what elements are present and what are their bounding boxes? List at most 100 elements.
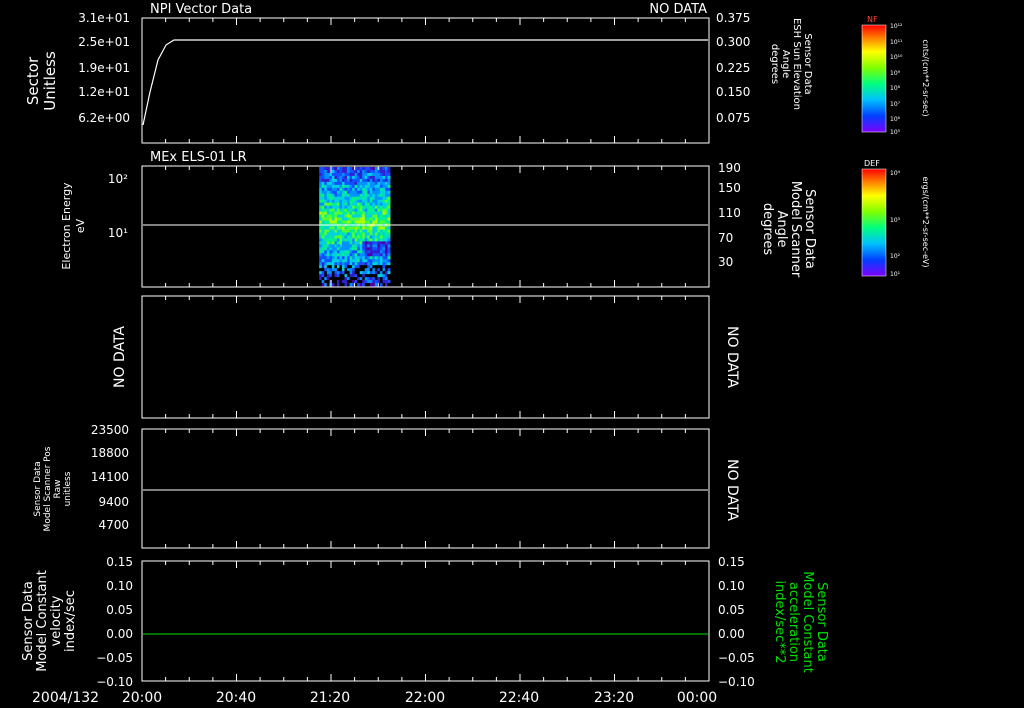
spectrogram-cell xyxy=(357,211,361,216)
spectrogram-cell xyxy=(336,208,340,213)
spectrogram-cell xyxy=(331,253,335,257)
spectrogram-cell xyxy=(321,238,325,242)
spectrogram-cell xyxy=(326,247,330,251)
spectrogram-cell xyxy=(319,226,323,230)
spectrogram-cell xyxy=(377,235,381,239)
spectrogram-cell xyxy=(347,217,350,221)
spectrogram-cell xyxy=(341,271,345,275)
spectrogram-cell xyxy=(385,205,388,210)
spectrogram-cell xyxy=(379,283,383,287)
spectrogram-cell xyxy=(357,232,361,236)
spectrogram-cell xyxy=(347,208,350,213)
spectrogram-cell xyxy=(331,211,335,216)
spectrogram-cell xyxy=(374,202,378,207)
panel-4-ylabel-line-3: Raw xyxy=(53,480,63,499)
spectrogram-cell xyxy=(372,265,376,269)
spectrogram-cell xyxy=(339,167,343,171)
spectrogram-cell xyxy=(379,247,383,251)
spectrogram-cell xyxy=(324,169,328,174)
spectrogram-cell xyxy=(379,244,383,248)
spectrogram-cell xyxy=(367,271,371,275)
panel-1-ytick-right: 0.150 xyxy=(716,85,750,99)
spectrogram-cell xyxy=(344,175,348,180)
spectrogram-cell xyxy=(387,244,391,248)
spectrogram-cell xyxy=(385,277,388,281)
spectrogram-cell xyxy=(374,220,378,224)
spectrogram-cell xyxy=(377,202,381,207)
spectrogram-cell xyxy=(377,271,381,275)
spectrogram-cell xyxy=(354,184,358,189)
spectrogram-cell xyxy=(326,259,330,263)
spectrogram-cell xyxy=(349,280,353,284)
spectrogram-cell xyxy=(329,208,333,213)
spectrogram-cell xyxy=(326,235,330,239)
spectrogram-cell xyxy=(326,256,330,260)
spectrogram-cell xyxy=(387,181,391,186)
spectrogram-cell xyxy=(372,193,376,198)
spectrogram-cell xyxy=(362,220,366,224)
spectrogram-cell xyxy=(336,211,340,216)
spectrogram-cell xyxy=(364,226,368,230)
spectrogram-cell xyxy=(339,232,343,236)
spectrogram-cell xyxy=(336,256,340,260)
spectrogram-cell xyxy=(349,175,353,180)
spectrogram-cell xyxy=(336,184,340,189)
spectrogram-cell xyxy=(319,175,323,180)
spectrogram-cell xyxy=(357,169,361,174)
spectrogram-cell xyxy=(321,274,325,278)
spectrogram-cell xyxy=(369,190,373,195)
spectrogram-cell xyxy=(382,193,386,198)
spectrogram-cell xyxy=(347,211,350,216)
spectrogram-cell xyxy=(364,253,368,257)
spectrogram-cell xyxy=(344,283,348,287)
spectrogram-cell xyxy=(387,229,391,233)
spectrogram-cell xyxy=(374,253,378,257)
spectrogram-cell xyxy=(387,220,391,224)
spectrogram-cell xyxy=(319,265,323,269)
spectrogram-cell xyxy=(321,214,325,218)
panel-3-ylabel: NO DATA xyxy=(112,326,128,388)
spectrogram-cell xyxy=(379,232,383,236)
spectrogram-cell xyxy=(369,244,373,248)
spectrogram-cell xyxy=(379,169,383,174)
spectrogram-cell xyxy=(326,205,330,210)
spectrogram-cell xyxy=(385,172,388,177)
spectrogram-cell xyxy=(374,250,378,254)
spectrogram-cell xyxy=(374,280,378,284)
spectrogram-cell xyxy=(329,253,333,257)
spectrogram-cell xyxy=(379,172,383,177)
spectrogram-cell xyxy=(326,208,330,213)
spectrogram-cell xyxy=(362,235,366,239)
spectrogram-cell xyxy=(334,184,338,189)
spectrogram-cell xyxy=(339,208,343,213)
spectrogram-cell xyxy=(329,274,333,278)
spectrogram-cell xyxy=(364,262,368,266)
spectrogram-cell xyxy=(387,283,391,287)
spectrogram-cell xyxy=(385,241,388,245)
spectrogram-cell xyxy=(339,202,343,207)
spectrogram-cell xyxy=(326,274,330,278)
spectrogram-cell xyxy=(354,214,358,218)
spectrogram-cell xyxy=(324,238,328,242)
spectrogram-cell xyxy=(341,256,345,260)
spectrogram-cell xyxy=(385,265,388,269)
spectrogram-cell xyxy=(385,196,388,201)
colorbar-nf-tick: 10⁸ xyxy=(890,85,901,92)
panel-2: MEx ELS-01 LR Electron Energy eV 10² 10¹… xyxy=(60,150,817,288)
spectrogram-cell xyxy=(364,199,368,204)
spectrogram-cell xyxy=(347,169,350,174)
spectrogram-cell xyxy=(349,172,353,177)
spectrogram-cell xyxy=(379,268,383,272)
spectrogram-cell xyxy=(349,169,353,174)
spectrogram-cell xyxy=(387,256,391,260)
spectrogram-cell xyxy=(321,259,325,263)
spectrogram-cell xyxy=(387,184,391,189)
spectrogram-cell xyxy=(329,244,333,248)
spectrogram-cell xyxy=(354,175,358,180)
spectrogram-cell xyxy=(331,241,335,245)
spectrogram-cell xyxy=(359,187,363,192)
spectrogram-cell xyxy=(364,169,368,174)
spectrogram-cell xyxy=(354,202,358,207)
panel-5-ytick: 0.10 xyxy=(106,579,133,593)
spectrogram-cell xyxy=(349,241,353,245)
